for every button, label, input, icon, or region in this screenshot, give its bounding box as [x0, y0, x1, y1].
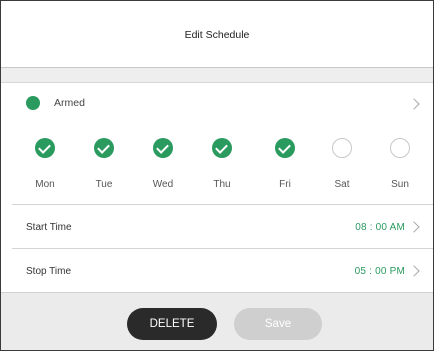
armed-status-dot-icon [26, 96, 40, 110]
day-label: Fri [279, 179, 291, 190]
day-toggle-thu[interactable]: Thu [192, 124, 252, 204]
checkmark-icon [275, 138, 295, 158]
empty-circle-icon [390, 138, 410, 158]
section-gap [1, 68, 433, 82]
checkmark-icon [153, 138, 173, 158]
page-title: Edit Schedule [184, 29, 250, 41]
footer-actions: DELETE Save [1, 292, 433, 350]
mode-selector[interactable]: Armed [1, 83, 433, 124]
chevron-right-icon [408, 221, 420, 233]
stop-time-label: Stop Time [26, 266, 72, 277]
checkmark-icon [35, 138, 55, 158]
day-label: Sat [334, 179, 350, 190]
stop-time-row[interactable]: Stop Time 05 : 00 PM [1, 249, 433, 292]
start-time-label: Start Time [26, 222, 72, 233]
day-toggle-fri[interactable]: Fri [255, 124, 315, 204]
chevron-right-icon [408, 265, 420, 277]
mode-label: Armed [54, 97, 85, 109]
checkmark-icon [212, 138, 232, 158]
day-toggle-wed[interactable]: Wed [133, 124, 193, 204]
day-toggle-tue[interactable]: Tue [74, 124, 134, 204]
day-toggle-sun[interactable]: Sun [370, 124, 430, 204]
save-button[interactable]: Save [234, 308, 322, 340]
edit-schedule-panel: Edit Schedule Armed Mon Tue Wed Thu Fri [0, 0, 434, 351]
day-label: Thu [213, 179, 231, 190]
day-label: Sun [391, 179, 409, 190]
day-label: Mon [35, 179, 55, 190]
chevron-right-icon [408, 98, 420, 110]
stop-time-value: 05 : 00 PM [354, 266, 405, 277]
header: Edit Schedule [1, 1, 433, 69]
checkmark-icon [94, 138, 114, 158]
day-selector: Mon Tue Wed Thu Fri Sat Sun [1, 124, 433, 204]
day-toggle-mon[interactable]: Mon [15, 124, 75, 204]
empty-circle-icon [332, 138, 352, 158]
day-label: Tue [95, 179, 113, 190]
day-label: Wed [152, 179, 174, 190]
day-toggle-sat[interactable]: Sat [312, 124, 372, 204]
start-time-value: 08 : 00 AM [355, 222, 405, 233]
delete-button[interactable]: DELETE [127, 308, 217, 340]
start-time-row[interactable]: Start Time 08 : 00 AM [1, 205, 433, 248]
